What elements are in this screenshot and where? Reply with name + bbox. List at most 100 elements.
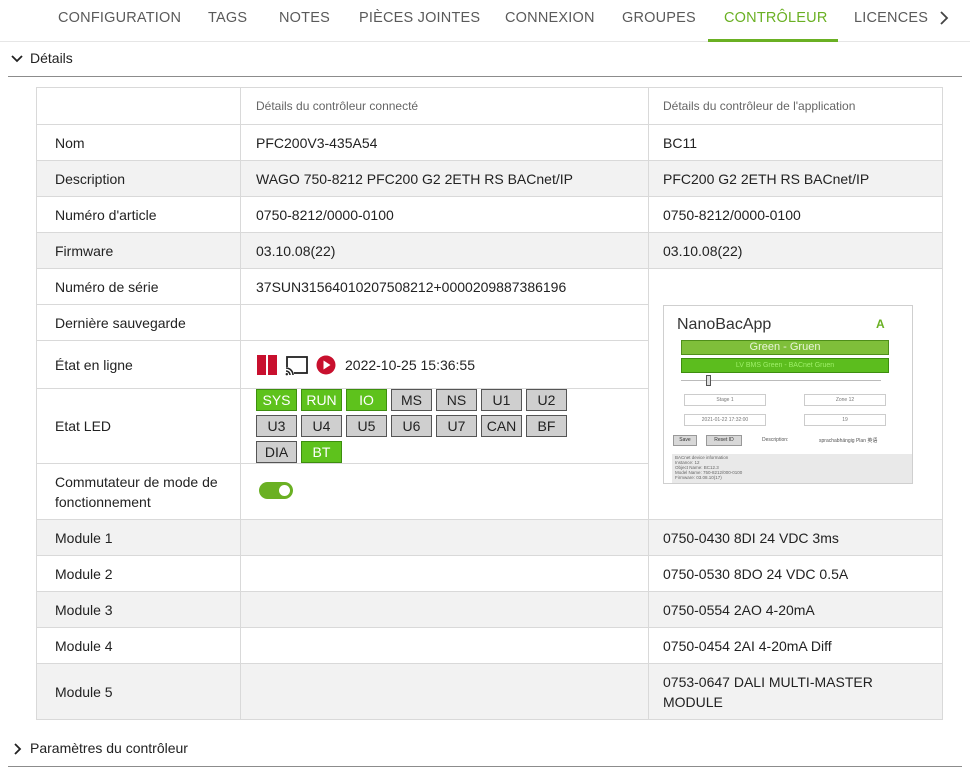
preview-title: NanoBacApp — [677, 315, 772, 333]
preview-info-line: Firmware: 03.08.10(17) — [675, 475, 722, 481]
application-value: 0750-0554 2AO 4-20mA — [648, 591, 943, 628]
preview-bacnet-bar: LV BMS Green - BACnet Gruen — [681, 357, 889, 373]
header-application: Détails du contrôleur de l'application — [648, 87, 943, 125]
tab-groups[interactable]: GROUPES — [622, 0, 696, 42]
cast-icon[interactable] — [285, 354, 309, 376]
application-value: 0750-0430 8DI 24 VDC 3ms — [648, 519, 943, 556]
row-label: Firmware — [36, 232, 241, 269]
connected-value — [240, 555, 649, 592]
row-label: Description — [36, 160, 241, 197]
preview-slider-track — [681, 379, 881, 381]
led-u3: U3 — [256, 415, 297, 437]
row-label: Module 4 — [36, 627, 241, 664]
application-value: BC11 — [648, 124, 943, 161]
tab-notes[interactable]: NOTES — [279, 0, 330, 42]
application-value: 0753-0647 DALI MULTI-MASTER MODULE — [648, 663, 943, 720]
preview-input-stage: Stage 1 — [684, 393, 766, 406]
header-empty-cell — [36, 87, 241, 125]
row-label: Etat LED — [36, 388, 241, 464]
table-row-article: Numéro d'article 0750-8212/0000-0100 075… — [36, 196, 943, 233]
application-value: 0750-0530 8DO 24 VDC 0.5A — [648, 555, 943, 592]
led-bt: BT — [301, 441, 342, 463]
application-value: PFC200 G2 2ETH RS BACnet/IP — [648, 160, 943, 197]
connected-value: WAGO 750-8212 PFC200 G2 2ETH RS BACnet/I… — [240, 160, 649, 197]
connected-value: 0750-8212/0000-0100 — [240, 196, 649, 233]
led-dia: DIA — [256, 441, 297, 463]
application-value: 0750-8212/0000-0100 — [648, 196, 943, 233]
online-timestamp: 2022-10-25 15:36:55 — [345, 356, 475, 373]
active-tab-indicator — [708, 39, 838, 42]
tab-controller[interactable]: CONTRÔLEUR — [724, 0, 828, 42]
led-state-cell: SYS RUN IO MS NS U1 U2 U3 U4 U5 U6 U7 CA… — [240, 388, 649, 464]
preview-save-button: Save — [673, 434, 697, 446]
table-row-description: Description WAGO 750-8212 PFC200 G2 2ETH… — [36, 160, 943, 197]
led-sys: SYS — [256, 389, 297, 411]
row-label: Module 3 — [36, 591, 241, 628]
tab-licenses[interactable]: LICENCES — [854, 0, 928, 42]
led-bf: BF — [526, 415, 567, 437]
led-u5: U5 — [346, 415, 387, 437]
application-value: 03.10.08(22) — [648, 232, 943, 269]
table-row-name: Nom PFC200V3-435A54 BC11 — [36, 124, 943, 161]
chevron-down-icon — [11, 55, 23, 63]
details-section-header[interactable]: Détails — [8, 48, 962, 77]
table-row-firmware: Firmware 03.10.08(22) 03.10.08(22) — [36, 232, 943, 269]
led-ns: NS — [436, 389, 477, 411]
preview-badge: A — [876, 316, 885, 331]
led-grid: SYS RUN IO MS NS U1 U2 U3 U4 U5 U6 U7 CA… — [256, 389, 630, 463]
table-row-module-4: Module 4 0750-0454 2AI 4-20mA Diff — [36, 627, 943, 664]
row-label: Commutateur de mode de fonctionnement — [36, 463, 241, 520]
preview-green-bar: Green - Gruen — [681, 339, 889, 355]
controller-params-section-header[interactable]: Paramètres du contrôleur — [8, 738, 962, 767]
led-ms: MS — [391, 389, 432, 411]
details-section-title: Détails — [30, 50, 73, 66]
preview-description-label: Description: — [762, 436, 789, 443]
led-u4: U4 — [301, 415, 342, 437]
row-label: Module 5 — [36, 663, 241, 720]
connected-value — [240, 591, 649, 628]
chevron-right-icon — [14, 743, 22, 755]
row-label: Module 1 — [36, 519, 241, 556]
app-preview-cell: NanoBacApp A Green - Gruen LV BMS Green … — [648, 268, 943, 520]
led-io: IO — [346, 389, 387, 411]
header-connected: Détails du contrôleur connecté — [240, 87, 649, 125]
tab-configuration[interactable]: CONFIGURATION — [58, 0, 181, 42]
row-label: Numéro de série — [36, 268, 241, 305]
mode-switch-cell — [240, 463, 649, 520]
row-label: Nom — [36, 124, 241, 161]
table-header-row: Détails du contrôleur connecté Détails d… — [36, 87, 943, 125]
table-row-module-5: Module 5 0753-0647 DALI MULTI-MASTER MOD… — [36, 663, 943, 720]
application-value: 0750-0454 2AI 4-20mA Diff — [648, 627, 943, 664]
tab-bar: CONFIGURATION TAGS NOTES PIÈCES JOINTES … — [0, 0, 970, 42]
connected-value: 03.10.08(22) — [240, 232, 649, 269]
table-row-module-2: Module 2 0750-0530 8DO 24 VDC 0.5A — [36, 555, 943, 592]
stop-icon[interactable] — [256, 354, 278, 376]
online-state-cell: 2022-10-25 15:36:55 — [240, 340, 649, 389]
tab-tags[interactable]: TAGS — [208, 0, 247, 42]
tab-attachments[interactable]: PIÈCES JOINTES — [359, 0, 480, 42]
connected-value — [240, 627, 649, 664]
tab-connection[interactable]: CONNEXION — [505, 0, 595, 42]
preview-input-date: 2021-01-22 17:32:00 — [684, 413, 766, 426]
led-u1: U1 — [481, 389, 522, 411]
preview-slider-knob — [706, 374, 711, 386]
connected-value: 37SUN31564010207508212+0000209887386196 — [240, 268, 649, 305]
led-u7: U7 — [436, 415, 477, 437]
preview-device-info: BACnet device information Instance: 12 O… — [672, 453, 912, 483]
led-run: RUN — [301, 389, 342, 411]
connected-value: PFC200V3-435A54 — [240, 124, 649, 161]
led-u2: U2 — [526, 389, 567, 411]
table-row-serial: Numéro de série 37SUN31564010207508212+0… — [36, 268, 943, 520]
row-label: État en ligne — [36, 340, 241, 389]
led-can: CAN — [481, 415, 522, 437]
preview-reset-button: Reset ID — [706, 434, 742, 446]
app-preview-thumbnail: NanoBacApp A Green - Gruen LV BMS Green … — [663, 304, 913, 484]
connected-value — [240, 663, 649, 720]
chevron-right-icon[interactable] — [934, 8, 954, 28]
controller-details-table: Détails du contrôleur connecté Détails d… — [36, 87, 943, 720]
table-row-module-1: Module 1 0750-0430 8DI 24 VDC 3ms — [36, 519, 943, 556]
play-icon[interactable] — [316, 355, 336, 375]
mode-switch-toggle[interactable] — [259, 481, 293, 499]
table-row-module-3: Module 3 0750-0554 2AO 4-20mA — [36, 591, 943, 628]
led-u6: U6 — [391, 415, 432, 437]
